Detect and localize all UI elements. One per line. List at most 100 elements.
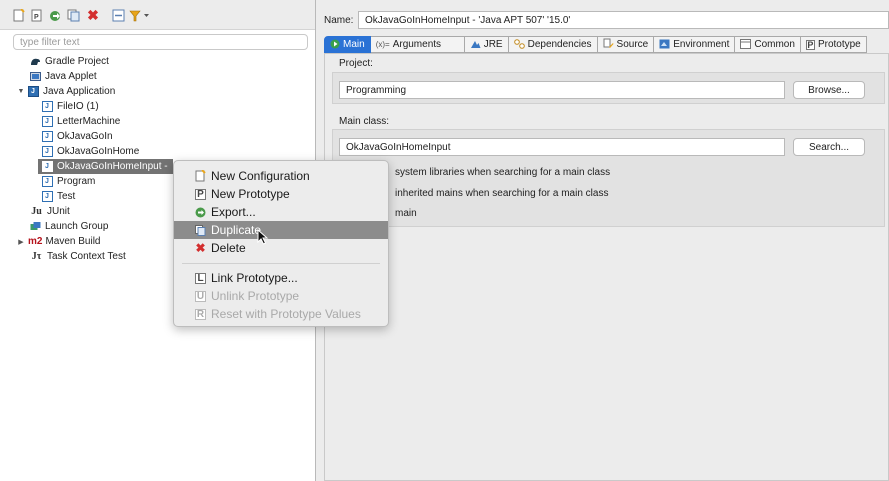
menu-separator bbox=[182, 263, 380, 264]
new-prototype-icon: P bbox=[195, 188, 206, 200]
unlink-prototype-icon: U bbox=[195, 290, 206, 302]
duplicate-icon[interactable] bbox=[66, 8, 80, 22]
new-prototype-icon[interactable]: P bbox=[30, 8, 44, 22]
include-system-libraries-checkbox[interactable]: system libraries when searching for a ma… bbox=[395, 167, 610, 178]
tree-item-label: Task Context Test bbox=[47, 251, 126, 262]
junit-icon: Ju bbox=[31, 206, 42, 217]
mouse-pointer-icon bbox=[257, 229, 269, 245]
tree-item-maven-build[interactable]: ▶ m2 Maven Build bbox=[17, 234, 100, 249]
tree-item-lettermachine[interactable]: LetterMachine bbox=[42, 114, 120, 129]
tree-item-label: OkJavaGoIn bbox=[57, 131, 113, 142]
reset-prototype-icon: R bbox=[195, 308, 206, 320]
menu-item-unlink-prototype[interactable]: U Unlink Prototype bbox=[174, 287, 388, 305]
delete-icon: ✖ bbox=[195, 241, 206, 255]
menu-item-duplicate[interactable]: Duplicate bbox=[174, 221, 388, 239]
export-icon bbox=[195, 207, 206, 218]
tree-item-label: JUnit bbox=[47, 206, 70, 217]
new-launch-configuration-icon[interactable] bbox=[12, 8, 26, 22]
tree-item-okjavagoinhome[interactable]: OkJavaGoInHome bbox=[42, 144, 139, 159]
export-icon[interactable] bbox=[48, 8, 62, 22]
tree-item-okjavagoinhomeinput[interactable]: OkJavaGoInHomeInput - bbox=[38, 159, 173, 174]
tree-item-fileio[interactable]: FileIO (1) bbox=[42, 99, 99, 114]
tree-item-test[interactable]: Test bbox=[42, 189, 75, 204]
tab-prototype[interactable]: P Prototype bbox=[800, 36, 867, 53]
java-launch-icon bbox=[42, 146, 53, 157]
menu-item-new-prototype[interactable]: P New Prototype bbox=[174, 185, 388, 203]
tree-item-launch-group[interactable]: Launch Group bbox=[19, 219, 108, 234]
collapse-all-icon[interactable] bbox=[111, 8, 125, 22]
project-label: Project: bbox=[339, 58, 373, 69]
tab-bar: Main (x)= Arguments JRE Dependencies Sou… bbox=[324, 36, 867, 53]
arguments-icon: (x)= bbox=[375, 40, 390, 49]
delete-icon[interactable]: ✖ bbox=[86, 8, 100, 22]
tab-common[interactable]: Common bbox=[735, 36, 801, 53]
main-class-label: Main class: bbox=[339, 116, 390, 127]
menu-item-reset-with-prototype-values[interactable]: R Reset with Prototype Values bbox=[174, 305, 388, 323]
expanded-arrow-icon[interactable]: ▼ bbox=[17, 88, 25, 95]
tab-jre[interactable]: JRE bbox=[464, 36, 509, 53]
main-class-field[interactable]: OkJavaGoInHomeInput bbox=[339, 138, 785, 156]
task-context-icon: Jτ bbox=[31, 251, 42, 262]
link-prototype-icon: L bbox=[195, 272, 206, 284]
collapsed-arrow-icon[interactable]: ▶ bbox=[17, 238, 25, 246]
applet-icon bbox=[30, 71, 41, 82]
java-launch-icon bbox=[42, 101, 53, 112]
main-icon bbox=[330, 39, 340, 51]
name-label: Name: bbox=[324, 15, 354, 26]
tab-environment[interactable]: Environment bbox=[654, 36, 736, 53]
java-application-icon bbox=[28, 86, 39, 97]
tree-item-label: OkJavaGoInHomeInput - bbox=[57, 161, 168, 172]
configurations-toolbar: P ✖ bbox=[0, 0, 315, 30]
tree-item-task-context-test[interactable]: Jτ Task Context Test bbox=[19, 249, 126, 264]
filter-input[interactable] bbox=[13, 34, 308, 50]
tree-item-gradle-project[interactable]: Gradle Project bbox=[19, 54, 109, 69]
menu-item-new-configuration[interactable]: New Configuration bbox=[174, 167, 388, 185]
stop-in-main-checkbox[interactable]: main bbox=[395, 208, 417, 219]
java-launch-icon bbox=[42, 116, 53, 127]
java-launch-icon bbox=[42, 176, 53, 187]
duplicate-icon bbox=[195, 224, 206, 236]
tab-arguments[interactable]: (x)= Arguments bbox=[370, 36, 465, 53]
tree-item-label: OkJavaGoInHome bbox=[57, 146, 140, 157]
include-inherited-mains-checkbox[interactable]: inherited mains when searching for a mai… bbox=[395, 188, 608, 199]
gradle-icon bbox=[30, 56, 41, 67]
tab-main[interactable]: Main bbox=[324, 36, 371, 53]
launch-group-icon bbox=[30, 221, 41, 232]
tab-dependencies[interactable]: Dependencies bbox=[508, 36, 598, 53]
tree-item-label: Program bbox=[57, 176, 96, 187]
menu-item-delete[interactable]: ✖ Delete bbox=[174, 239, 388, 257]
tree-item-label: Launch Group bbox=[45, 221, 109, 232]
search-button[interactable]: Search... bbox=[793, 138, 865, 156]
tree-item-okjavagoin[interactable]: OkJavaGoIn bbox=[42, 129, 113, 144]
environment-icon bbox=[659, 39, 670, 51]
tree-item-label: Java Application bbox=[43, 86, 116, 97]
jre-icon bbox=[470, 39, 481, 51]
menu-item-export[interactable]: Export... bbox=[174, 203, 388, 221]
tree-item-program[interactable]: Program bbox=[42, 174, 95, 189]
main-tab-panel: Project: Programming Browse... Main clas… bbox=[324, 53, 889, 481]
tree-item-java-applet[interactable]: Java Applet bbox=[19, 69, 97, 84]
browse-button[interactable]: Browse... bbox=[793, 81, 865, 99]
dependencies-icon bbox=[513, 38, 525, 51]
svg-text:P: P bbox=[34, 14, 39, 21]
new-configuration-icon bbox=[195, 170, 206, 182]
configuration-editor-pane: Name: OkJavaGoInHomeInput - 'Java APT 50… bbox=[318, 0, 889, 481]
java-launch-icon bbox=[42, 161, 53, 172]
menu-item-link-prototype[interactable]: L Link Prototype... bbox=[174, 269, 388, 287]
common-icon bbox=[740, 38, 752, 51]
tree-item-label: Java Applet bbox=[45, 71, 97, 82]
launch-configurations-dialog: P ✖ Gradle Project bbox=[0, 0, 889, 481]
tree-item-label: Maven Build bbox=[45, 236, 101, 247]
tab-source[interactable]: Source bbox=[597, 36, 655, 53]
source-icon bbox=[603, 38, 614, 51]
maven-icon: m2 bbox=[28, 236, 43, 247]
project-field[interactable]: Programming bbox=[339, 81, 785, 99]
tree-item-java-application[interactable]: ▼ Java Application bbox=[17, 84, 115, 99]
tree-item-label: FileIO (1) bbox=[57, 101, 99, 112]
filter-icon[interactable] bbox=[129, 8, 151, 22]
java-launch-icon bbox=[42, 191, 53, 202]
java-launch-icon bbox=[42, 131, 53, 142]
tree-item-junit[interactable]: Ju JUnit bbox=[19, 204, 70, 219]
name-field[interactable]: OkJavaGoInHomeInput - 'Java APT 507' '15… bbox=[358, 11, 889, 29]
context-menu: New Configuration P New Prototype Export… bbox=[173, 160, 389, 327]
